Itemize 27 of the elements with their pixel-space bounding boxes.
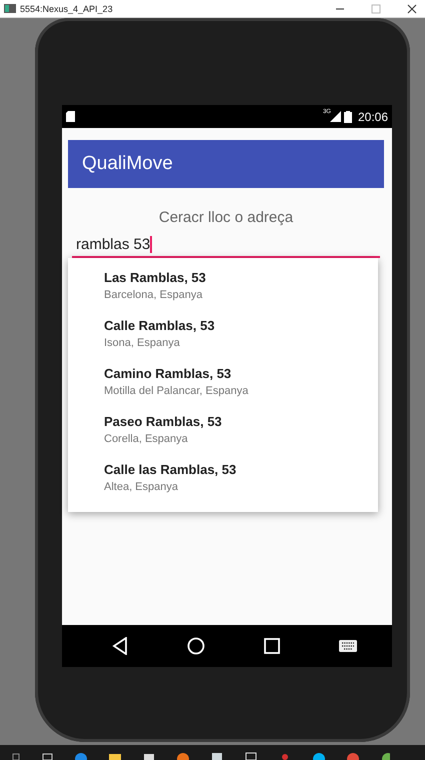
suggestion-title[interactable]: Las Ramblas, 53 [104, 270, 378, 285]
suggestion-subtitle: Altea, Espanya [104, 481, 179, 493]
back-icon[interactable] [112, 637, 128, 655]
emulator-icon [4, 4, 16, 13]
home-icon[interactable] [186, 637, 204, 655]
suggestion-title[interactable]: Paseo Ramblas, 53 [104, 414, 378, 429]
app-title: QualiMove [82, 153, 173, 175]
clock: 20:06 [358, 110, 388, 124]
document-icon[interactable] [210, 750, 224, 760]
window-title: 5554:Nexus_4_API_23 [20, 4, 113, 14]
close-icon[interactable] [407, 4, 417, 14]
sd-card-icon [66, 111, 75, 122]
circle-app-icon[interactable] [74, 750, 88, 760]
suggestion-title[interactable]: Camino Ramblas, 53 [104, 366, 378, 381]
suggestion-subtitle: Barcelona, Espanya [104, 289, 204, 301]
round-app-icon[interactable] [380, 750, 390, 760]
battery-icon [344, 110, 352, 122]
suggestion-subtitle: Corella, Espanya [104, 433, 189, 445]
search-label: Ceracr lloc o adreça [158, 209, 294, 226]
keyboard-icon[interactable] [338, 640, 356, 652]
search-text: ramblas 53 [76, 236, 150, 253]
suggestion-title[interactable]: Calle Ramblas, 53 [104, 318, 378, 333]
suggestion-title[interactable]: Calle las Ramblas, 53 [104, 462, 378, 477]
suggestion-subtitle: Isona, Espanya [104, 337, 181, 349]
suggestion-subtitle: Motilla del Palancar, Espanya [104, 385, 250, 397]
signal-icon [330, 111, 341, 122]
recents-icon[interactable] [264, 638, 280, 654]
